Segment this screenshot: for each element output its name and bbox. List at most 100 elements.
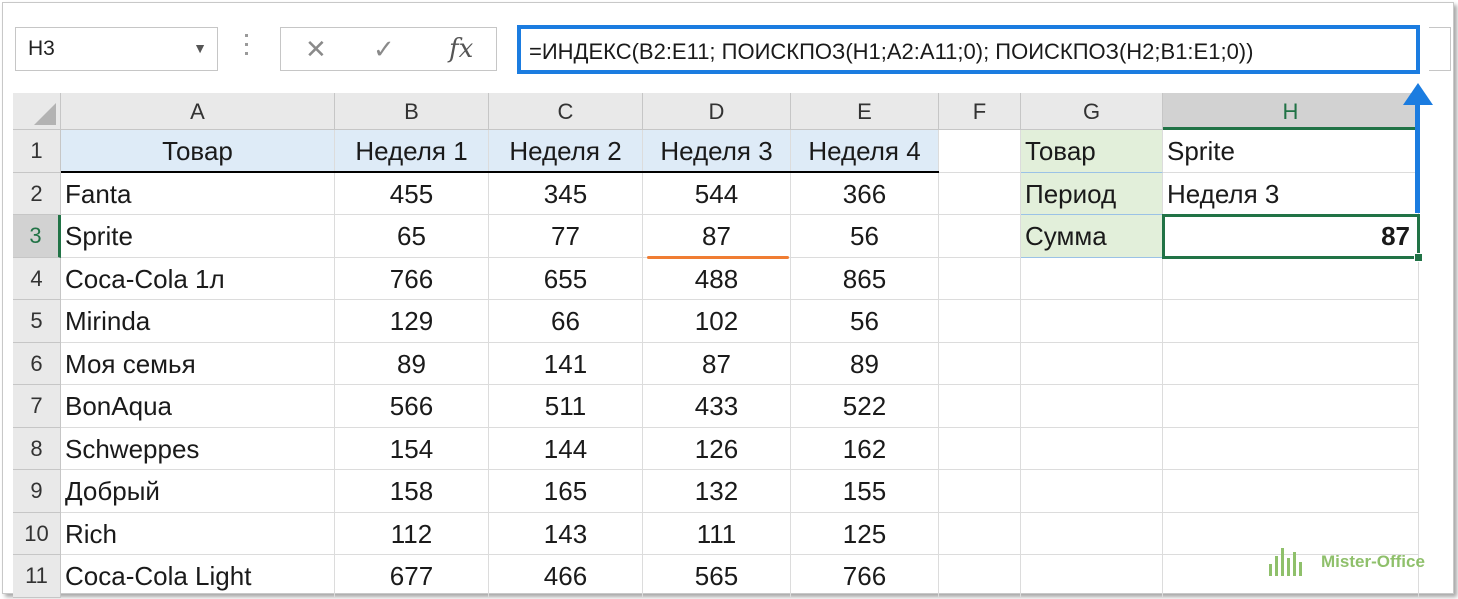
column-header-h[interactable]: H xyxy=(1163,93,1419,130)
cell-b2[interactable]: 455 xyxy=(335,172,489,215)
cell-a8[interactable]: Schweppes xyxy=(61,427,335,470)
cell-a3[interactable]: Sprite xyxy=(61,215,335,258)
cell-f3[interactable] xyxy=(939,215,1021,258)
cell-h1[interactable]: Sprite xyxy=(1163,130,1419,173)
cell-d4[interactable]: 488 xyxy=(643,257,791,300)
cell-g11[interactable] xyxy=(1021,555,1163,598)
cell-b6[interactable]: 89 xyxy=(335,342,489,385)
cell-e8[interactable]: 162 xyxy=(791,427,939,470)
cell-c10[interactable]: 143 xyxy=(489,512,643,555)
cell-g5[interactable] xyxy=(1021,300,1163,343)
cell-g1[interactable]: Товар xyxy=(1021,130,1163,173)
cell-c7[interactable]: 511 xyxy=(489,385,643,428)
cell-c4[interactable]: 655 xyxy=(489,257,643,300)
cell-b8[interactable]: 154 xyxy=(335,427,489,470)
cell-a9[interactable]: Добрый xyxy=(61,470,335,513)
cell-h5[interactable] xyxy=(1163,300,1419,343)
cell-b11[interactable]: 677 xyxy=(335,555,489,598)
drag-handle-icon[interactable] xyxy=(244,34,250,64)
cell-e10[interactable]: 125 xyxy=(791,512,939,555)
formula-input[interactable]: =ИНДЕКС(B2:E11; ПОИСКПОЗ(H1;A2:A11;0); П… xyxy=(517,25,1420,74)
cell-d5[interactable]: 102 xyxy=(643,300,791,343)
cell-f2[interactable] xyxy=(939,172,1021,215)
row-header-10[interactable]: 10 xyxy=(13,512,61,555)
cell-e2[interactable]: 366 xyxy=(791,172,939,215)
cell-g6[interactable] xyxy=(1021,342,1163,385)
cell-g8[interactable] xyxy=(1021,427,1163,470)
cell-c11[interactable]: 466 xyxy=(489,555,643,598)
cell-f5[interactable] xyxy=(939,300,1021,343)
cell-c5[interactable]: 66 xyxy=(489,300,643,343)
cell-a11[interactable]: Coca-Cola Light xyxy=(61,555,335,598)
cell-e11[interactable]: 766 xyxy=(791,555,939,598)
cell-g9[interactable] xyxy=(1021,470,1163,513)
cell-f4[interactable] xyxy=(939,257,1021,300)
cell-c2[interactable]: 345 xyxy=(489,172,643,215)
column-header-b[interactable]: B xyxy=(335,93,489,130)
column-header-a[interactable]: A xyxy=(61,93,335,130)
column-header-e[interactable]: E xyxy=(791,93,939,130)
cell-f8[interactable] xyxy=(939,427,1021,470)
cell-f11[interactable] xyxy=(939,555,1021,598)
cell-d2[interactable]: 544 xyxy=(643,172,791,215)
cell-f1[interactable] xyxy=(939,130,1021,173)
cancel-icon[interactable]: ✕ xyxy=(305,34,327,65)
column-header-d[interactable]: D xyxy=(643,93,791,130)
cell-e6[interactable]: 89 xyxy=(791,342,939,385)
cell-c6[interactable]: 141 xyxy=(489,342,643,385)
cell-e5[interactable]: 56 xyxy=(791,300,939,343)
cell-a2[interactable]: Fanta xyxy=(61,172,335,215)
row-header-7[interactable]: 7 xyxy=(13,385,61,428)
cell-h2[interactable]: Неделя 3 xyxy=(1163,172,1419,215)
insert-function-button[interactable]: fx xyxy=(449,34,473,64)
cell-e1[interactable]: Неделя 4 xyxy=(791,130,939,173)
cell-a10[interactable]: Rich xyxy=(61,512,335,555)
cell-c1[interactable]: Неделя 2 xyxy=(489,130,643,173)
chevron-down-icon[interactable]: ▼ xyxy=(193,40,207,56)
cell-b5[interactable]: 129 xyxy=(335,300,489,343)
cell-g3[interactable]: Сумма xyxy=(1021,215,1163,258)
cell-g2[interactable]: Период xyxy=(1021,172,1163,215)
cell-e9[interactable]: 155 xyxy=(791,470,939,513)
cell-h9[interactable] xyxy=(1163,470,1419,513)
cell-h8[interactable] xyxy=(1163,427,1419,470)
column-header-f[interactable]: F xyxy=(939,93,1021,130)
cell-c8[interactable]: 144 xyxy=(489,427,643,470)
cell-f10[interactable] xyxy=(939,512,1021,555)
cell-b10[interactable]: 112 xyxy=(335,512,489,555)
row-header-6[interactable]: 6 xyxy=(13,342,61,385)
name-box[interactable]: H3 ▼ xyxy=(15,27,218,71)
cell-d8[interactable]: 126 xyxy=(643,427,791,470)
cell-h7[interactable] xyxy=(1163,385,1419,428)
cell-b9[interactable]: 158 xyxy=(335,470,489,513)
cell-d3[interactable]: 87 xyxy=(643,215,791,258)
column-header-c[interactable]: C xyxy=(489,93,643,130)
cell-b7[interactable]: 566 xyxy=(335,385,489,428)
cell-b1[interactable]: Неделя 1 xyxy=(335,130,489,173)
cell-f9[interactable] xyxy=(939,470,1021,513)
cell-d11[interactable]: 565 xyxy=(643,555,791,598)
cell-e3[interactable]: 56 xyxy=(791,215,939,258)
cell-d6[interactable]: 87 xyxy=(643,342,791,385)
cell-g10[interactable] xyxy=(1021,512,1163,555)
cell-a5[interactable]: Mirinda xyxy=(61,300,335,343)
cell-d10[interactable]: 111 xyxy=(643,512,791,555)
cell-d1[interactable]: Неделя 3 xyxy=(643,130,791,173)
cell-f7[interactable] xyxy=(939,385,1021,428)
cell-b4[interactable]: 766 xyxy=(335,257,489,300)
cell-g7[interactable] xyxy=(1021,385,1163,428)
select-all-button[interactable] xyxy=(13,93,61,130)
cell-a7[interactable]: BonAqua xyxy=(61,385,335,428)
row-header-4[interactable]: 4 xyxy=(13,257,61,300)
cell-c9[interactable]: 165 xyxy=(489,470,643,513)
cell-e4[interactable]: 865 xyxy=(791,257,939,300)
row-header-9[interactable]: 9 xyxy=(13,470,61,513)
cell-d7[interactable]: 433 xyxy=(643,385,791,428)
row-header-5[interactable]: 5 xyxy=(13,300,61,343)
row-header-2[interactable]: 2 xyxy=(13,172,61,215)
cell-c3[interactable]: 77 xyxy=(489,215,643,258)
cell-d9[interactable]: 132 xyxy=(643,470,791,513)
cell-h4[interactable] xyxy=(1163,257,1419,300)
row-header-8[interactable]: 8 xyxy=(13,427,61,470)
cell-f6[interactable] xyxy=(939,342,1021,385)
